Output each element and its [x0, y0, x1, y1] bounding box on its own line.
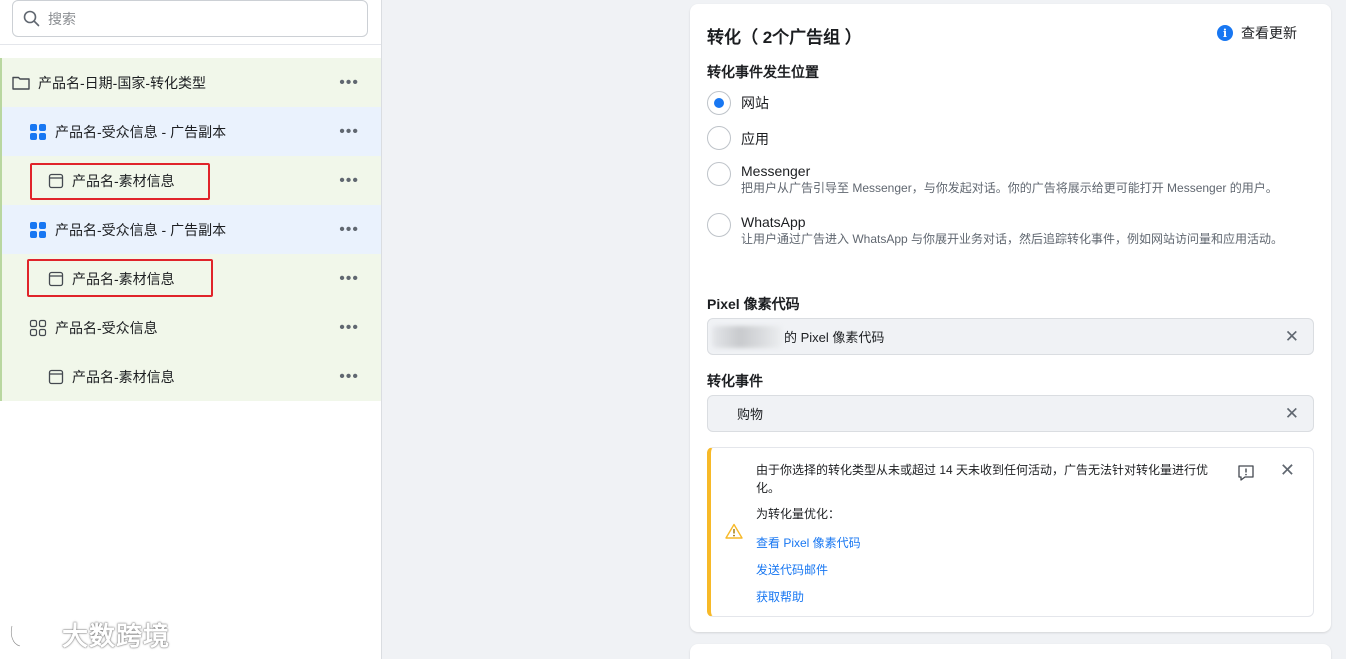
radio-description: 让用户通过广告进入 WhatsApp 与你展开业务对话，然后追踪转化事件，例如网… — [741, 232, 1284, 246]
view-updates-label: 查看更新 — [1241, 25, 1297, 41]
campaign-tree-panel: 产品名-日期-国家-转化类型 ••• 产品名-受众信息 - 广告副本 ••• 产… — [0, 0, 382, 659]
radio-option-whatsapp[interactable]: WhatsApp 让用户通过广告进入 WhatsApp 与你展开业务对话，然后追… — [707, 213, 1311, 247]
clear-pixel-icon[interactable]: ✕ — [1285, 327, 1299, 347]
folder-icon — [12, 75, 30, 90]
tree-item-label: 产品名-日期-国家-转化类型 — [38, 74, 206, 91]
tree-item-adset[interactable]: 产品名-受众信息 ••• — [0, 303, 381, 352]
event-select[interactable]: 购物 ✕ — [707, 395, 1314, 432]
feedback-icon[interactable] — [1237, 464, 1255, 482]
tree-item-label: 产品名-素材信息 — [72, 172, 175, 189]
more-options-icon[interactable]: ••• — [339, 319, 359, 337]
ad-page-icon — [48, 173, 64, 189]
radio-option-app[interactable]: 应用 — [707, 126, 769, 150]
warning-subtitle: 为转化量优化： — [756, 507, 841, 521]
close-warning-icon[interactable]: ✕ — [1280, 460, 1295, 481]
search-input[interactable] — [48, 10, 348, 27]
redacted-area — [712, 325, 782, 348]
radio-label: WhatsApp — [741, 214, 806, 230]
more-options-icon[interactable]: ••• — [339, 221, 359, 239]
view-pixel-link[interactable]: 查看 Pixel 像素代码 — [756, 534, 861, 551]
radio-label: 网站 — [741, 95, 769, 111]
location-section-title: 转化事件发生位置 — [707, 64, 819, 80]
search-icon — [23, 10, 40, 27]
warning-icon — [725, 523, 743, 539]
more-options-icon[interactable]: ••• — [339, 123, 359, 141]
search-box[interactable] — [12, 0, 368, 37]
get-help-link[interactable]: 获取帮助 — [756, 588, 804, 605]
tree-item-label: 产品名-受众信息 - 广告副本 — [55, 221, 227, 238]
campaign-tree: 产品名-日期-国家-转化类型 ••• 产品名-受众信息 - 广告副本 ••• 产… — [0, 58, 381, 401]
tree-item-label: 产品名-素材信息 — [72, 368, 175, 385]
tree-item-ad[interactable]: 产品名-素材信息 ••• — [0, 352, 381, 401]
radio-description: 把用户从广告引导至 Messenger，与你发起对话。你的广告将展示给更可能打开… — [741, 181, 1278, 195]
tree-item-label: 产品名-素材信息 — [72, 270, 175, 287]
tree-item-label: 产品名-受众信息 - 广告副本 — [55, 123, 227, 140]
warning-banner: 由于你选择的转化类型从未或超过 14 天未收到任何活动，广告无法针对转化量进行优… — [707, 447, 1314, 617]
watermark-text: 大数跨境 — [62, 622, 171, 652]
tree-item-campaign[interactable]: 产品名-日期-国家-转化类型 ••• — [0, 58, 381, 107]
divider — [0, 44, 381, 45]
tree-item-adset[interactable]: 产品名-受众信息 - 广告副本 ••• — [0, 107, 381, 156]
more-options-icon[interactable]: ••• — [339, 172, 359, 190]
view-updates-link[interactable]: i 查看更新 — [1217, 23, 1297, 43]
radio-label: 应用 — [741, 131, 769, 147]
info-icon: i — [1217, 25, 1233, 41]
watermark-logo: 大数跨境 — [8, 616, 170, 653]
pixel-select-value: 的 Pixel 像素代码 — [784, 330, 885, 345]
radio-button[interactable] — [707, 162, 731, 186]
watermark-mark-icon — [9, 620, 48, 648]
adset-grid-icon — [29, 221, 47, 239]
event-section-title: 转化事件 — [707, 373, 763, 389]
conversion-settings-card: 转化（ 2个广告组 ） i 查看更新 转化事件发生位置 网站 应用 Messen… — [690, 4, 1331, 632]
radio-button[interactable] — [707, 126, 731, 150]
ad-page-icon — [48, 271, 64, 287]
tree-item-ad[interactable]: 产品名-素材信息 ••• — [0, 156, 381, 205]
radio-button[interactable] — [707, 213, 731, 237]
pixel-section-title: Pixel 像素代码 — [707, 296, 800, 312]
pixel-select[interactable]: 的 Pixel 像素代码 ✕ — [707, 318, 1314, 355]
radio-label: Messenger — [741, 163, 811, 179]
tree-item-ad[interactable]: 产品名-素材信息 ••• — [0, 254, 381, 303]
email-code-link[interactable]: 发送代码邮件 — [756, 561, 828, 578]
adset-grid-icon — [29, 123, 47, 141]
next-section-card — [690, 644, 1331, 659]
card-title: 转化（ 2个广告组 ） — [707, 28, 862, 47]
radio-option-website[interactable]: 网站 — [707, 91, 769, 115]
more-options-icon[interactable]: ••• — [339, 270, 359, 288]
warning-message: 由于你选择的转化类型从未或超过 14 天未收到任何活动，广告无法针对转化量进行优… — [756, 463, 1209, 495]
event-select-value: 购物 — [737, 407, 764, 422]
ad-page-icon — [48, 369, 64, 385]
radio-option-messenger[interactable]: Messenger 把用户从广告引导至 Messenger，与你发起对话。你的广… — [707, 162, 1311, 196]
radio-button[interactable] — [707, 91, 731, 115]
tree-item-adset[interactable]: 产品名-受众信息 - 广告副本 ••• — [0, 205, 381, 254]
more-options-icon[interactable]: ••• — [339, 368, 359, 386]
adset-grid-outline-icon — [29, 319, 47, 337]
more-options-icon[interactable]: ••• — [339, 74, 359, 92]
clear-event-icon[interactable]: ✕ — [1285, 404, 1299, 424]
tree-item-label: 产品名-受众信息 — [55, 319, 158, 336]
